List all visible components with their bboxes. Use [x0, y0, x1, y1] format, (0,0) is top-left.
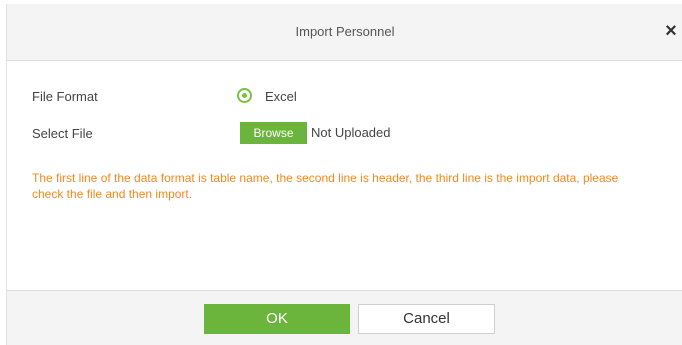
radio-selected-icon	[242, 93, 247, 98]
dialog-titlebar: Import Personnel ×	[7, 4, 682, 61]
browse-button[interactable]: Browse	[240, 122, 307, 144]
ok-button[interactable]: OK	[204, 304, 350, 334]
import-personnel-dialog: Import Personnel × File Format Excel Sel…	[6, 4, 682, 345]
cancel-button[interactable]: Cancel	[358, 304, 495, 334]
excel-option-label[interactable]: Excel	[265, 89, 297, 104]
select-file-label: Select File	[32, 126, 93, 141]
excel-radio-button[interactable]	[237, 88, 252, 103]
upload-status-text: Not Uploaded	[311, 125, 391, 140]
dialog-title: Import Personnel	[295, 24, 395, 39]
import-format-notice: The first line of the data format is tab…	[32, 171, 619, 201]
dialog-footer: OK Cancel	[7, 290, 682, 345]
file-format-label: File Format	[32, 89, 98, 104]
close-icon[interactable]: ×	[661, 20, 681, 42]
